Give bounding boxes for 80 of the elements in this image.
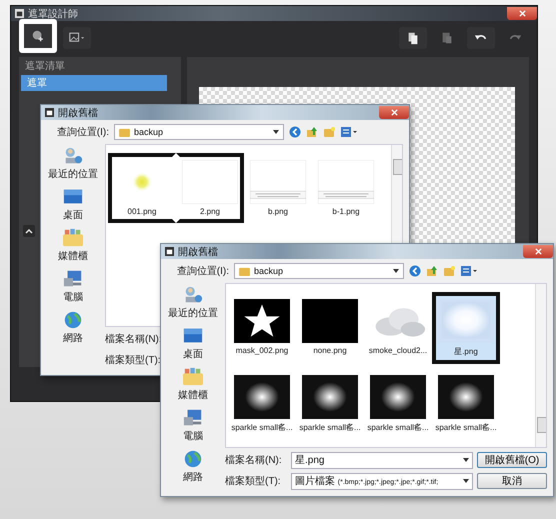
open-button[interactable]: 開啟舊檔(O) — [477, 452, 547, 468]
dialog-title: 開啟舊檔 — [178, 246, 218, 258]
filename-label: 檔案名稱(N): — [225, 454, 283, 467]
back-icon[interactable] — [409, 265, 421, 277]
file-tile[interactable]: mask_002.png — [228, 292, 296, 364]
caret-icon — [273, 130, 279, 134]
file-tile[interactable]: smoke_cloud2... — [364, 292, 432, 364]
folder-dropdown[interactable]: backup — [234, 263, 404, 279]
caret-icon — [393, 269, 399, 273]
window-icon — [15, 9, 24, 18]
file-tile[interactable]: b-1.png — [312, 153, 380, 223]
filename-label: 檔案名稱(N): — [105, 332, 163, 346]
sidebar-place[interactable]: 電腦 — [45, 269, 101, 304]
add-icon — [30, 29, 46, 43]
sparkle-thumbnail — [370, 375, 426, 419]
back-icon[interactable] — [289, 126, 301, 138]
filename-field[interactable]: 星.png — [291, 452, 473, 468]
filetype-label: 檔案類型(T): — [225, 474, 282, 488]
caret-icon — [463, 479, 469, 483]
sidebar-place[interactable]: 媒體櫃 — [165, 367, 221, 402]
file-tile[interactable]: none.png — [296, 292, 364, 364]
toolbar-button[interactable] — [467, 27, 495, 49]
view-menu-icon[interactable] — [340, 126, 358, 138]
text-strip-thumbnail — [250, 160, 306, 204]
computer-icon — [182, 408, 204, 428]
toolbar-button[interactable] — [63, 27, 91, 49]
sidebar-place[interactable]: 媒體櫃 — [45, 228, 101, 263]
window-icon — [45, 108, 54, 117]
caret-icon — [463, 458, 469, 462]
up-folder-icon[interactable] — [426, 265, 438, 277]
filetype-label: 檔案類型(T): — [105, 354, 162, 367]
file-tile[interactable]: sparkle small䍃... — [296, 368, 364, 440]
sidebar-place[interactable]: 最近的位置 — [165, 285, 221, 320]
network-icon — [182, 449, 204, 469]
library-icon — [62, 228, 84, 248]
window-icon — [165, 247, 174, 256]
library-icon — [182, 367, 204, 387]
dialog-title: 開啟舊檔 — [58, 106, 98, 120]
folder-icon — [239, 266, 250, 276]
file-tile[interactable]: sparkle small䍃... — [432, 368, 500, 440]
sidebar-place[interactable]: 桌面 — [45, 187, 101, 222]
collapse-button[interactable] — [23, 225, 35, 237]
solid-thumbnail — [302, 299, 358, 343]
sidebar-place[interactable]: 電腦 — [165, 408, 221, 443]
sidebar-place[interactable]: 最近的位置 — [45, 146, 101, 181]
file-tile[interactable]: 001.png — [108, 153, 176, 223]
panel-header: 遮罩清單 — [24, 60, 66, 73]
star-thumbnail — [234, 299, 290, 343]
close-button[interactable] — [507, 7, 537, 20]
cancel-button[interactable]: 取消 — [477, 473, 547, 489]
up-folder-icon[interactable] — [306, 126, 318, 138]
window-title: 遮罩設計師 — [28, 8, 78, 20]
file-tile[interactable]: b.png — [244, 153, 312, 223]
close-icon — [518, 10, 526, 17]
toolbar-button[interactable] — [399, 27, 427, 49]
location-label: 查詢位置(I): — [56, 126, 109, 139]
network-icon — [62, 310, 84, 330]
toolbar-button[interactable] — [19, 19, 57, 53]
sidebar-place[interactable]: 桌面 — [165, 326, 221, 361]
close-icon — [390, 109, 398, 116]
scrollbar[interactable] — [535, 284, 546, 447]
view-menu-icon[interactable] — [460, 265, 478, 277]
folder-dropdown[interactable]: backup — [114, 124, 284, 140]
location-label: 查詢位置(I): — [176, 264, 229, 278]
blank-thumbnail — [182, 160, 238, 204]
file-tile[interactable]: 星.png — [432, 292, 500, 364]
sidebar-place[interactable]: 網路 — [45, 310, 101, 345]
close-icon — [534, 248, 542, 255]
file-tile[interactable]: 2.png — [176, 153, 244, 223]
file-tile[interactable]: sparkle small䍃... — [228, 368, 296, 440]
file-tile[interactable]: sparkle small䍃... — [364, 368, 432, 440]
sparkle-thumbnail — [438, 375, 494, 419]
close-button[interactable] — [523, 245, 553, 258]
sparkle-thumbnail — [234, 375, 290, 419]
text-strip-thumbnail — [318, 160, 374, 204]
sparkle-thumbnail — [302, 375, 358, 419]
close-button[interactable] — [379, 106, 409, 119]
computer-icon — [62, 269, 84, 289]
folder-icon — [119, 128, 130, 136]
sidebar-place[interactable]: 網路 — [165, 449, 221, 484]
